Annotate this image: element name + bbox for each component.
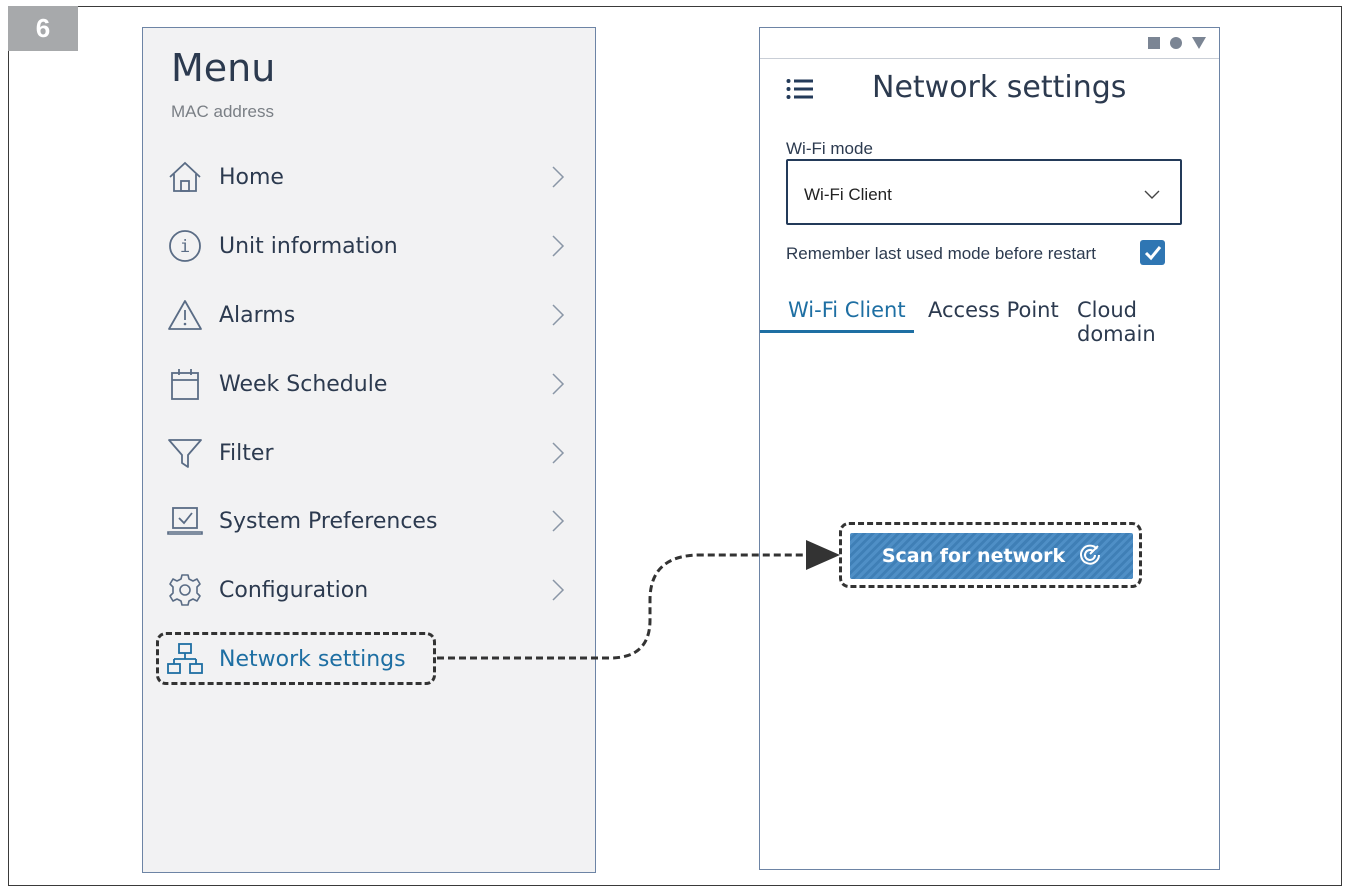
laptop-check-icon xyxy=(163,499,207,543)
wifi-mode-value: Wi-Fi Client xyxy=(804,185,892,204)
svg-text:i: i xyxy=(180,237,190,257)
highlight-network-settings xyxy=(156,632,436,685)
menu-item-alarms[interactable]: Alarms xyxy=(163,290,573,340)
gear-icon xyxy=(163,568,207,612)
menu-item-label: Week Schedule xyxy=(219,371,388,397)
info-icon: i xyxy=(163,224,207,268)
hamburger-menu-icon[interactable] xyxy=(786,78,814,105)
filter-icon xyxy=(163,431,207,475)
menu-item-label: Filter xyxy=(219,440,274,466)
alert-triangle-icon xyxy=(163,293,207,337)
tab-cloud-domain[interactable]: Cloud domain xyxy=(1077,298,1221,346)
mac-address-label: MAC address xyxy=(171,102,274,121)
highlight-scan-button xyxy=(839,522,1142,588)
triangle-icon xyxy=(1191,36,1207,55)
step-badge: 6 xyxy=(8,6,78,51)
chevron-right-icon xyxy=(551,234,565,263)
tab-access-point[interactable]: Access Point xyxy=(928,298,1059,322)
tab-wifi-client[interactable]: Wi-Fi Client xyxy=(788,298,906,322)
remember-mode-checkbox[interactable] xyxy=(1140,240,1165,265)
chevron-right-icon xyxy=(551,372,565,401)
menu-item-configuration[interactable]: Configuration xyxy=(163,565,573,615)
chevron-right-icon xyxy=(551,509,565,538)
menu-title: Menu xyxy=(171,46,276,90)
menu-panel: Menu MAC address Home i Unit information… xyxy=(142,27,596,873)
chevron-right-icon xyxy=(551,303,565,332)
menu-item-week-schedule[interactable]: Week Schedule xyxy=(163,359,573,409)
chevron-right-icon xyxy=(551,165,565,194)
menu-item-label: Configuration xyxy=(219,577,369,603)
menu-item-label: Home xyxy=(219,164,284,190)
square-icon xyxy=(1147,36,1161,55)
remember-mode-label: Remember last used mode before restart xyxy=(786,244,1096,263)
chevron-right-icon xyxy=(551,578,565,607)
menu-item-unit-information[interactable]: i Unit information xyxy=(163,221,573,271)
network-tabs: Wi-Fi Client Access Point Cloud domain xyxy=(760,298,1221,346)
menu-item-system-preferences[interactable]: System Preferences xyxy=(163,496,573,546)
wifi-mode-select[interactable]: Wi-Fi Client xyxy=(786,159,1182,225)
menu-item-label: Unit information xyxy=(219,233,398,259)
home-icon xyxy=(163,155,207,199)
chevron-down-icon xyxy=(1144,187,1160,205)
phone-screen: Network settings Wi-Fi mode Wi-Fi Client… xyxy=(759,27,1220,870)
circle-icon xyxy=(1169,36,1183,55)
menu-item-label: System Preferences xyxy=(219,508,438,534)
active-tab-indicator xyxy=(760,330,914,333)
chevron-right-icon xyxy=(551,441,565,470)
status-icons xyxy=(1147,36,1207,55)
menu-item-filter[interactable]: Filter xyxy=(163,428,573,478)
menu-item-label: Alarms xyxy=(219,302,296,328)
status-bar xyxy=(760,28,1219,59)
page-title: Network settings xyxy=(872,70,1127,105)
wifi-mode-label: Wi-Fi mode xyxy=(786,139,873,158)
calendar-icon xyxy=(163,362,207,406)
menu-item-home[interactable]: Home xyxy=(163,152,573,202)
